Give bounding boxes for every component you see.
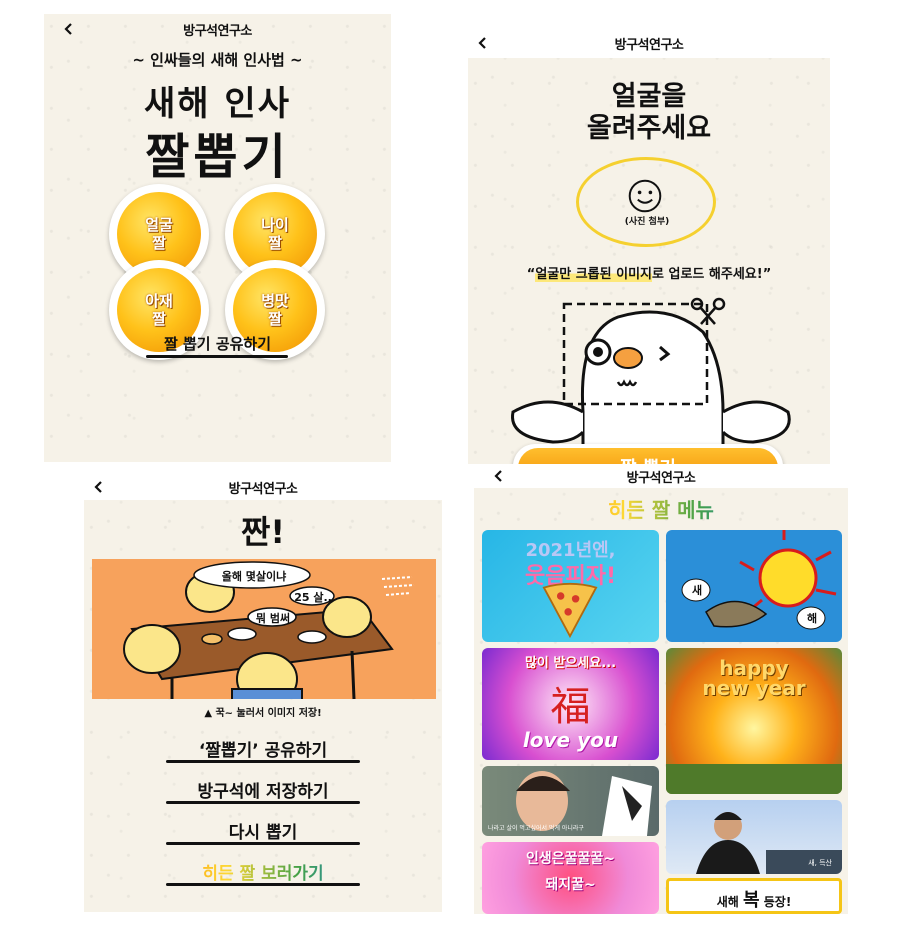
pick-meme-button[interactable]: 짤 뽑기: [513, 444, 783, 464]
hidden-meme-link[interactable]: 히든 짤 보러가기: [84, 859, 442, 884]
speech-bubble-3: 뭐 범써: [255, 612, 291, 625]
happy-new-year-tile[interactable]: happy new year: [666, 648, 842, 794]
result-title: 짠!: [240, 513, 286, 551]
luck-meme-tile[interactable]: 새해 복 등장!: [666, 878, 842, 914]
top-bar: 방구석연구소: [468, 30, 830, 58]
top-bar: 방구석연구소: [44, 14, 391, 48]
bird-crop-illustration: [511, 297, 791, 464]
tile-text: new year: [702, 676, 806, 700]
drama-meme-tile[interactable]: 나라고 살이 먹고싶어서 먹게 아니라구: [482, 766, 659, 836]
tile-text: 돼지꿀~: [545, 877, 596, 893]
upload-caption: (사진 첨부): [624, 217, 670, 227]
bless-meme-tile[interactable]: 많이 받으세요... 福 love you: [482, 648, 659, 760]
app-title: 방구석연구소: [183, 24, 252, 39]
top-bar: 방구석연구소: [474, 466, 848, 488]
crop-instruction: “얼굴만 크롭된 이미지로 업로드 해주세요!”: [526, 267, 772, 282]
tile-caption: 새, 득산: [808, 859, 832, 867]
luck-text: 새해 복 등장!: [716, 890, 792, 911]
screen-main-menu: 방구석연구소 ~ 인싸들의 새해 인사법 ~ 새해 인사 짤뽑기 얼굴 짤 나이 짤…: [44, 14, 391, 462]
page-title: 히든 짤 메뉴: [474, 494, 848, 523]
page-title-line2: 올려주세요: [586, 113, 712, 144]
tile-text: 福: [550, 684, 591, 730]
pick-meme-label: 짤 뽑기: [518, 448, 778, 464]
app-title: 방구석연구소: [614, 38, 684, 53]
subtitle: ~ 인싸들의 새해 인사법 ~: [132, 51, 303, 69]
app-title: 방구석연구소: [228, 482, 298, 497]
save-to-room-button[interactable]: 방구석에 저장하기: [84, 777, 442, 802]
pizza-meme-tile[interactable]: 2021년엔, 웃음피자!: [482, 530, 659, 642]
tile-caption: 나라고 살이 먹고싶어서 먹게 아니라구: [488, 825, 584, 832]
tile-text: 새: [691, 584, 703, 597]
tile-text: love you: [522, 728, 619, 752]
pig-meme-tile[interactable]: 인생은꿀꿀꿀~ 돼지꿀~: [482, 842, 659, 914]
underline-stroke: [166, 760, 360, 763]
top-bar: 방구석연구소: [84, 474, 442, 500]
save-hint: ▲ 꾹~ 눌러서 이미지 저장!: [204, 708, 322, 719]
pick-again-button[interactable]: 다시 뽑기: [84, 818, 442, 843]
grass-strip: [666, 764, 842, 794]
man-meme-tile[interactable]: 새, 득산: [666, 800, 842, 874]
tile-text: 인생은꿀꿀꿀~: [525, 851, 615, 867]
screen-face-upload: 방구석연구소 얼굴을 올려주세요 (사진 첨부) “얼굴만 크롭된 이미지로 업…: [468, 30, 830, 464]
screen-hidden-menu: 방구석연구소 히든 짤 메뉴 2021년엔, 웃음피자! 많이 받으세요... …: [474, 466, 848, 914]
instruction-highlight: 얼굴만 크롭된 이미지: [535, 267, 653, 282]
page-title-line2: 짤뽑기: [145, 129, 290, 185]
screen-result: 방구석연구소 짠! 올해 몇살이냐 25 살.. 뭐 범써 ▲ 꾹~ 눌러서 이…: [84, 474, 442, 912]
underline-stroke: [166, 842, 360, 845]
pizza-icon: [542, 582, 598, 638]
tile-text: 해: [806, 612, 818, 625]
result-image[interactable]: 올해 몇살이냐 25 살.. 뭐 범써: [92, 559, 436, 699]
share-meme-button[interactable]: ‘짤뽑기’ 공유하기: [84, 736, 442, 761]
app-title: 방구석연구소: [626, 471, 696, 486]
sun-bird-meme-tile[interactable]: 새 해: [666, 530, 842, 642]
speech-bubble-1: 올해 몇살이냐: [221, 570, 287, 583]
smile-icon: [628, 179, 662, 213]
underline-stroke: [166, 883, 360, 886]
speech-bubble-2: 25 살..: [294, 591, 332, 604]
tile-text: 많이 받으세요...: [524, 656, 617, 671]
share-meme-link[interactable]: 짤 뽑기 공유하기: [44, 333, 391, 354]
underline-stroke: [166, 801, 360, 804]
underline-stroke: [146, 355, 288, 358]
